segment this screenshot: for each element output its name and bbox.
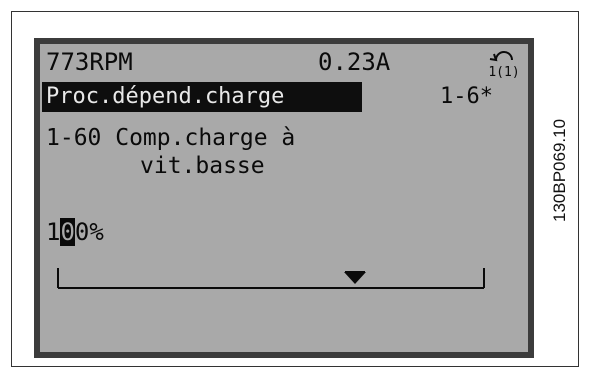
menu-group-index: 1-6*	[440, 84, 493, 109]
parameter-name-line2: vit.basse	[140, 153, 265, 179]
setup-icon: 1(1)	[488, 51, 520, 78]
figure-code: 130BP069.10	[550, 118, 569, 222]
speed-readout: 773RPM	[46, 48, 133, 76]
lcd-display: 773RPM 0.23A 1(1) Proc.dépend.charge 1-6…	[34, 38, 534, 358]
value-scale	[57, 268, 485, 289]
current-readout: 0.23A	[318, 48, 391, 76]
parameter-name-line1: 1-60 Comp.charge à	[46, 125, 296, 151]
value-digit: 1	[46, 218, 61, 246]
figure-frame: 773RPM 0.23A 1(1) Proc.dépend.charge 1-6…	[11, 11, 579, 367]
setup-indicator: 1(1)	[488, 65, 519, 78]
scale-pointer-icon	[344, 272, 366, 284]
value-unit: %	[89, 218, 104, 246]
menu-group-label[interactable]: Proc.dépend.charge	[46, 83, 284, 111]
value-cursor-digit[interactable]: 0	[60, 218, 75, 246]
parameter-value[interactable]: 100%	[46, 218, 104, 246]
value-digit: 0	[74, 218, 90, 246]
